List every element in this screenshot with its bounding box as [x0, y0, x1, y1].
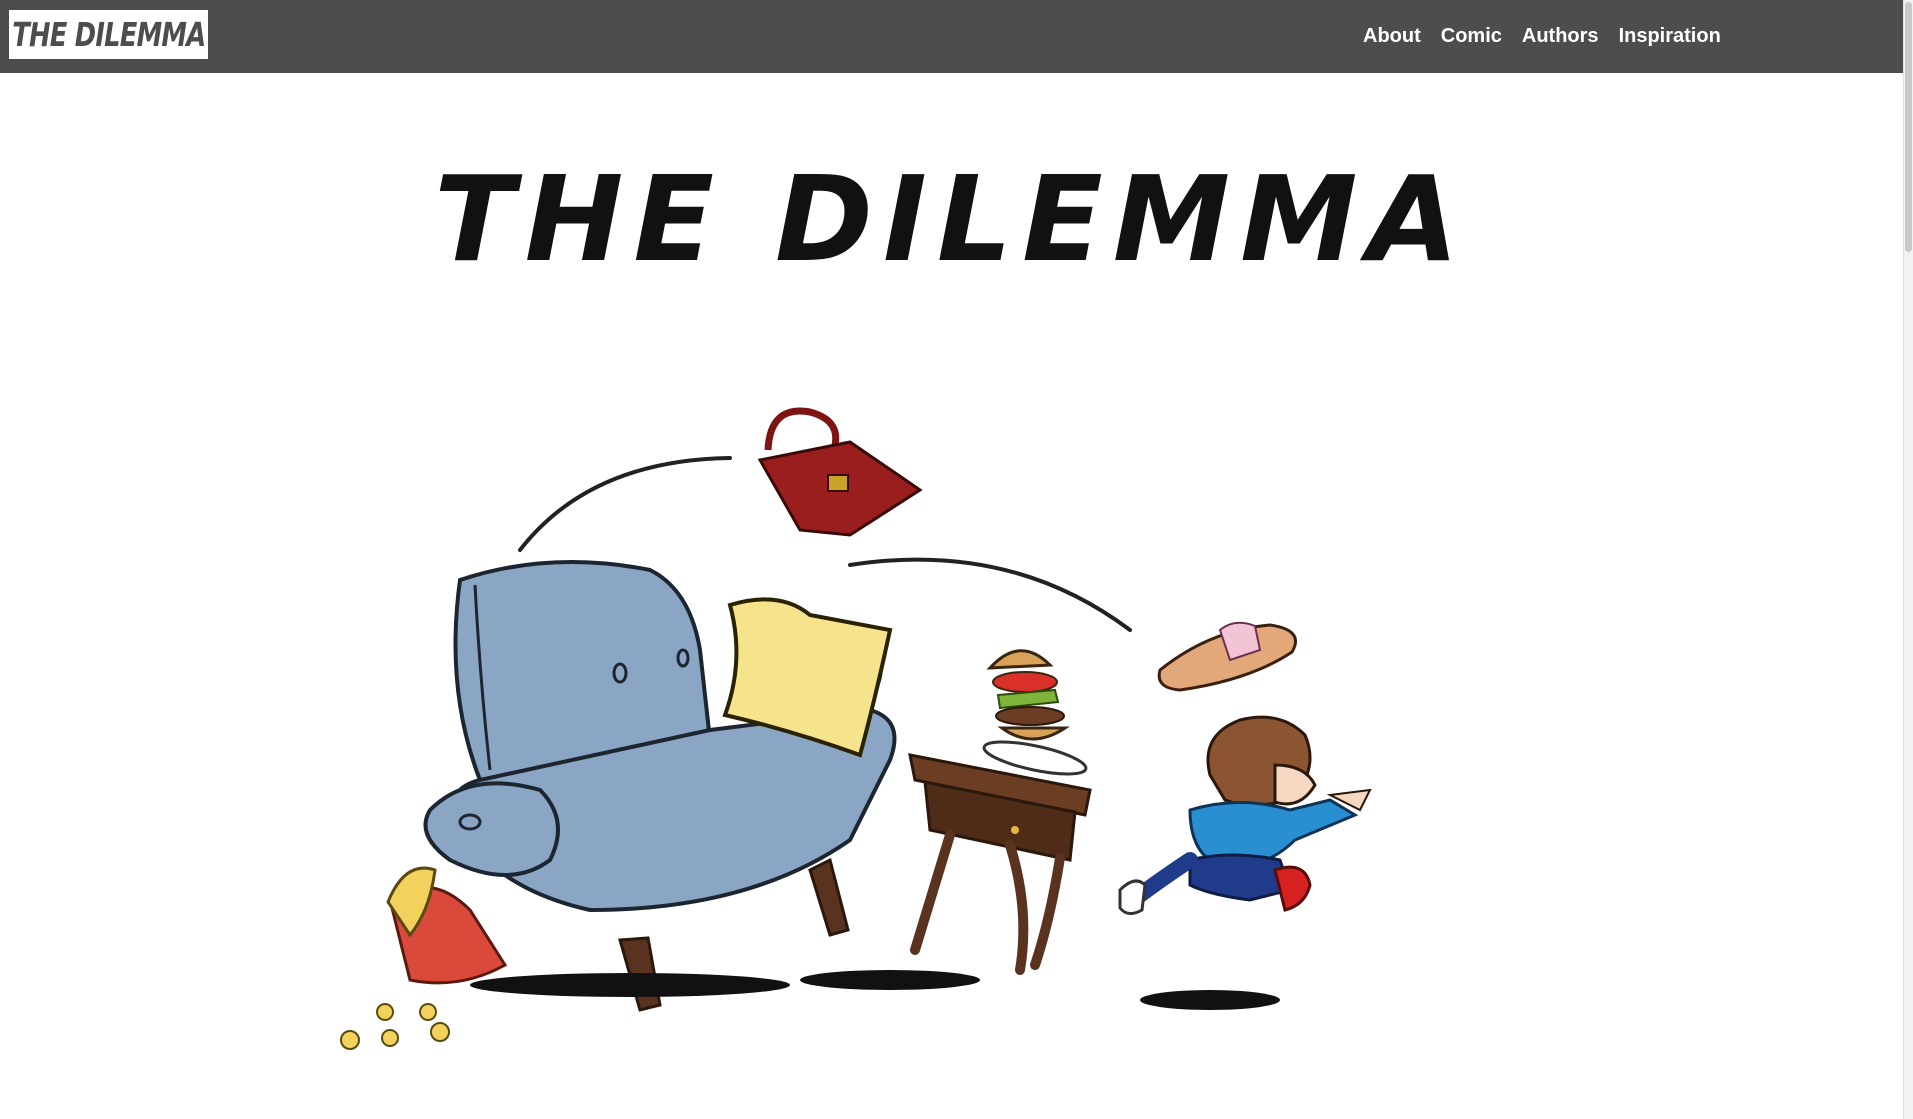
motion-line: [848, 557, 1132, 632]
tipping-side-table: [908, 753, 1092, 975]
site-logo[interactable]: THE DILEMMA: [9, 10, 208, 59]
nav-link-about[interactable]: About: [1363, 25, 1421, 48]
top-navbar: THE DILEMMA About Comic Authors Inspirat…: [0, 0, 1903, 73]
shadow: [1140, 990, 1280, 1010]
nav-links: About Comic Authors Inspiration: [1363, 0, 1741, 73]
flying-slipper: [1157, 621, 1297, 692]
site-logo-text: THE DILEMMA: [11, 15, 206, 54]
flying-handbag: [757, 407, 923, 537]
shadow: [800, 970, 980, 990]
page-scrollbar[interactable]: [1903, 0, 1913, 1119]
hero-illustration: [340, 407, 1372, 1050]
motion-line: [518, 456, 732, 552]
nav-link-authors[interactable]: Authors: [1522, 25, 1599, 48]
nav-link-inspiration[interactable]: Inspiration: [1619, 25, 1721, 48]
running-boy: [1118, 715, 1372, 915]
flying-burger: [982, 649, 1088, 776]
spilled-popcorn: [340, 866, 508, 1050]
scrollbar-thumb[interactable]: [1905, 2, 1912, 252]
shadow: [470, 973, 790, 997]
hero-title: THE DILEMMA: [434, 150, 1469, 288]
nav-link-comic[interactable]: Comic: [1441, 25, 1502, 48]
